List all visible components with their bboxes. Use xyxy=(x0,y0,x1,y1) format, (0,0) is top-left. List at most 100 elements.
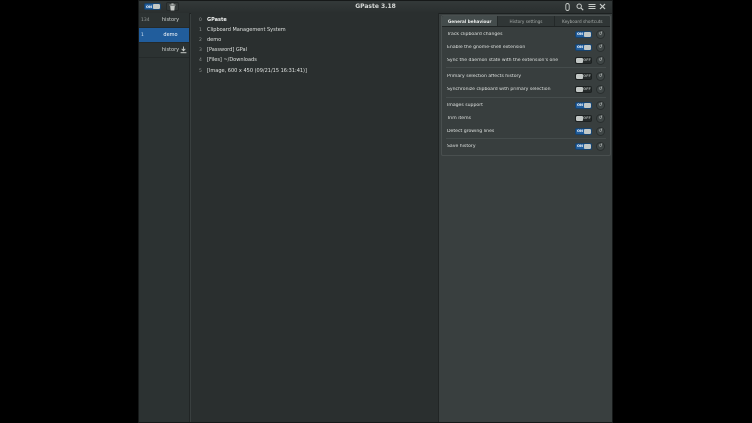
setting-switch[interactable]: OFF xyxy=(575,115,592,122)
setting-label: Detect growing lines xyxy=(447,129,575,134)
setting-row: Images support ON ↺ xyxy=(447,100,605,110)
setting-switch[interactable]: OFF xyxy=(575,57,592,64)
clipboard-history-list: 0 GPaste 1 Clipboard Management System 2… xyxy=(191,13,439,422)
clipboard-item[interactable]: 0 GPaste xyxy=(191,15,438,25)
reset-button[interactable]: ↺ xyxy=(596,43,605,52)
clipboard-item-text: demo xyxy=(207,37,221,43)
setting-label: Primary selection affects history xyxy=(447,74,575,79)
close-button[interactable] xyxy=(596,2,609,11)
close-icon xyxy=(599,3,606,10)
setting-row: Detect growing lines ON ↺ xyxy=(447,126,605,136)
reset-icon: ↺ xyxy=(598,143,602,149)
desktop-background: GPaste 3.18 ON xyxy=(0,0,752,423)
setting-label: Enable the gnome-shell extension xyxy=(447,45,575,50)
clipboard-item-text: GPaste xyxy=(207,17,227,23)
setting-switch[interactable]: ON xyxy=(575,44,592,51)
setting-switch[interactable]: ON xyxy=(575,143,592,150)
setting-label: Sync the daemon state with the extension… xyxy=(447,58,575,63)
reset-button[interactable]: ↺ xyxy=(596,101,605,110)
switch-knob xyxy=(584,103,591,108)
clipboard-item-text: [Files] ~/Downloads xyxy=(207,57,257,63)
history-item-label: demo xyxy=(152,32,189,38)
reset-button[interactable]: ↺ xyxy=(596,114,605,123)
clipboard-item-text: [Image, 600 x 450 (09/21/15 16:31:41)] xyxy=(207,68,307,74)
setting-switch[interactable]: OFF xyxy=(575,73,592,80)
switch-state-label: ON xyxy=(576,129,584,133)
reset-button[interactable]: ↺ xyxy=(596,85,605,94)
switch-state-label: ON xyxy=(576,32,584,36)
clipboard-item-text: Clipboard Management System xyxy=(207,27,286,33)
clipboard-item-index: 5 xyxy=(199,69,205,74)
reset-button[interactable]: ↺ xyxy=(596,142,605,151)
clipboard-item[interactable]: 2 demo xyxy=(191,35,438,45)
track-changes-switch[interactable]: ON xyxy=(144,3,161,10)
reset-icon: ↺ xyxy=(598,86,602,92)
clipboard-item-index: 0 xyxy=(199,18,205,23)
clipboard-item-index: 4 xyxy=(199,58,205,63)
history-item-label: history xyxy=(152,17,189,23)
tab-keyboard-shortcuts[interactable]: Keyboard shortcuts xyxy=(555,16,610,26)
clipboard-item-index: 2 xyxy=(199,38,205,43)
switch-knob xyxy=(576,116,583,121)
clipboard-item[interactable]: 5 [Image, 600 x 450 (09/21/15 16:31:41)] xyxy=(191,66,438,76)
history-list-item[interactable]: history xyxy=(139,43,189,58)
switch-state-label: OFF xyxy=(583,116,591,120)
setting-row: Save history ON ↺ xyxy=(447,141,605,151)
group-separator xyxy=(446,97,606,98)
setting-row: Track clipboard changes ON ↺ xyxy=(447,29,605,39)
reset-icon: ↺ xyxy=(598,57,602,63)
switch-state-label: ON xyxy=(145,5,153,9)
switch-knob xyxy=(576,58,583,63)
setting-switch[interactable]: OFF xyxy=(575,86,592,93)
trash-icon xyxy=(169,3,176,11)
reset-icon: ↺ xyxy=(598,115,602,121)
clipboard-item[interactable]: 3 [Password] GPal xyxy=(191,45,438,55)
reset-button[interactable]: ↺ xyxy=(596,72,605,81)
setting-label: Trim items xyxy=(447,116,575,121)
settings-tab-bar: General behaviour History settings Keybo… xyxy=(442,16,610,27)
setting-row: Sync the daemon state with the extension… xyxy=(447,55,605,65)
history-item-count: 134 xyxy=(139,18,152,23)
setting-label: Synchronize clipboard with primary selec… xyxy=(447,87,575,92)
reset-button[interactable]: ↺ xyxy=(596,127,605,136)
setting-switch[interactable]: ON xyxy=(575,31,592,38)
setting-row: Trim items OFF ↺ xyxy=(447,113,605,123)
switch-state-label: ON xyxy=(576,45,584,49)
switch-state-label: OFF xyxy=(583,58,591,62)
switch-knob xyxy=(584,32,591,37)
empty-history-button[interactable] xyxy=(166,2,179,11)
switch-state-label: OFF xyxy=(583,87,591,91)
history-sidebar: 134 history 1 demo history xyxy=(139,13,190,422)
setting-switch[interactable]: ON xyxy=(575,128,592,135)
switch-state-label: ON xyxy=(576,103,584,107)
reset-icon: ↺ xyxy=(598,102,602,108)
save-icon[interactable] xyxy=(180,46,187,54)
switch-knob xyxy=(576,74,583,79)
reset-button[interactable]: ↺ xyxy=(596,30,605,39)
setting-label: Images support xyxy=(447,103,575,108)
reset-icon: ↺ xyxy=(598,44,602,50)
history-list-item[interactable]: 1 demo xyxy=(139,28,189,43)
reset-icon: ↺ xyxy=(598,73,602,79)
clipboard-item-index: 1 xyxy=(199,28,205,33)
menu-icon xyxy=(588,3,596,10)
group-separator xyxy=(446,138,606,139)
setting-row: Synchronize clipboard with primary selec… xyxy=(447,84,605,94)
tab-history-settings[interactable]: History settings xyxy=(498,16,554,26)
setting-row: Enable the gnome-shell extension ON ↺ xyxy=(447,42,605,52)
setting-switch[interactable]: ON xyxy=(575,102,592,109)
clipboard-item[interactable]: 1 Clipboard Management System xyxy=(191,25,438,35)
switch-state-label: OFF xyxy=(583,74,591,78)
tab-general-behaviour[interactable]: General behaviour xyxy=(442,16,498,26)
history-list-item[interactable]: 134 history xyxy=(139,13,189,28)
switch-state-label: ON xyxy=(576,144,584,148)
search-icon xyxy=(576,3,584,11)
clipboard-item-index: 3 xyxy=(199,48,205,53)
clipboard-item[interactable]: 4 [Files] ~/Downloads xyxy=(191,55,438,65)
switch-knob xyxy=(576,87,583,92)
switch-knob xyxy=(153,4,160,9)
switch-knob xyxy=(584,45,591,50)
reset-button[interactable]: ↺ xyxy=(596,56,605,65)
settings-icon xyxy=(565,3,570,11)
setting-label: Save history xyxy=(447,144,575,149)
